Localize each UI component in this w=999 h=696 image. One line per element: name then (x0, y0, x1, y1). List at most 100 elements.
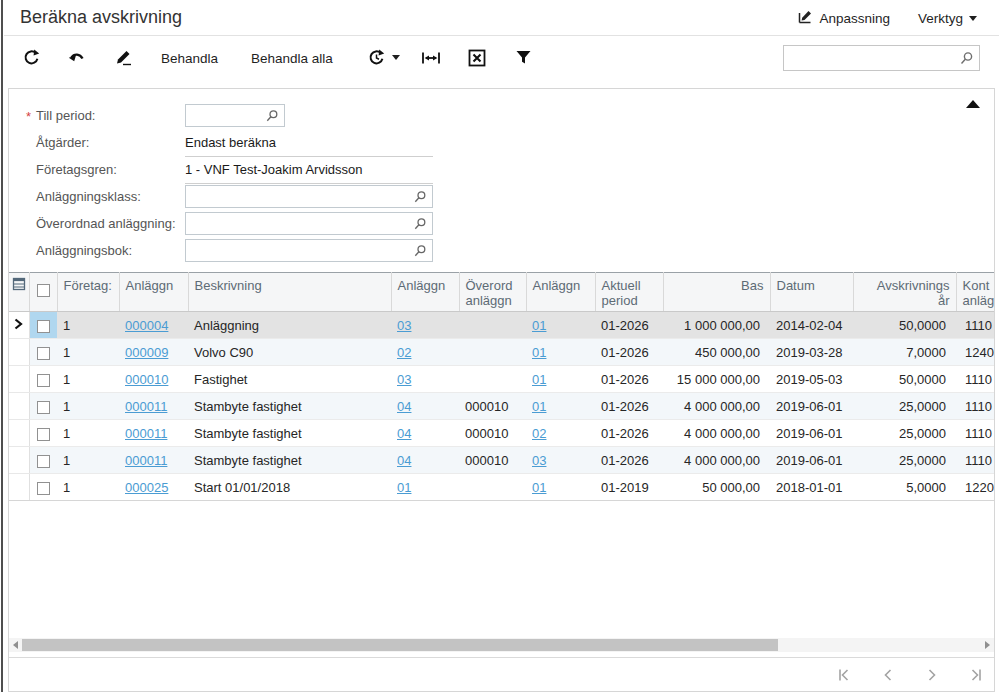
first-page-button[interactable] (836, 667, 852, 683)
cell-beskrivning: Volvo C90 (188, 339, 391, 366)
title-bar: Beräkna avskrivning Anpassning Verktyg (4, 0, 999, 36)
cell-period: 01-2026 (595, 366, 663, 393)
cell-konto: 1240 (956, 339, 995, 366)
grid: Företag:AnläggnBeskrivningAnläggnÖverord… (9, 272, 995, 501)
cell-link-klass[interactable]: 04 (397, 453, 411, 468)
cell-link-anlaggning[interactable]: 000025 (125, 480, 168, 495)
anpassning-button[interactable]: Anpassning (797, 9, 890, 28)
column-header-konto[interactable]: Kont anläg (956, 273, 995, 312)
row-indicator (9, 393, 29, 420)
cell-period: 01-2019 (595, 474, 663, 501)
cell-overordnad (459, 474, 526, 501)
anlaggningsklass-input[interactable] (190, 188, 410, 205)
prev-page-button[interactable] (880, 667, 896, 683)
scroll-left-arrow[interactable] (13, 641, 18, 649)
cell-foretag: 1 (57, 312, 119, 339)
cell-link-bok[interactable]: 01 (532, 480, 546, 495)
till-period-input[interactable] (190, 107, 262, 124)
horizontal-scrollbar[interactable] (9, 638, 994, 652)
cell-link-klass[interactable]: 03 (397, 318, 411, 333)
lookup-icon[interactable] (413, 190, 427, 208)
behandla-alla-button[interactable]: Behandla alla (251, 51, 333, 66)
verktyg-menu[interactable]: Verktyg (918, 11, 977, 26)
fit-width-button[interactable] (421, 49, 441, 67)
lookup-icon[interactable] (413, 244, 427, 262)
column-header-beskrivning[interactable]: Beskrivning (188, 273, 391, 312)
row-checkbox[interactable] (29, 447, 57, 474)
overordnad-anlaggning-input[interactable] (190, 215, 410, 232)
cell-avskrivningsar: 25,0000 (853, 393, 956, 420)
cell-datum: 2018-01-01 (770, 474, 853, 501)
cell-link-bok[interactable]: 01 (532, 372, 546, 387)
cell-link-klass[interactable]: 03 (397, 372, 411, 387)
cell-link-bok[interactable]: 01 (532, 399, 546, 414)
behandla-button[interactable]: Behandla (161, 51, 218, 66)
undo-button[interactable] (68, 49, 88, 67)
column-header-foretag[interactable]: Företag: (57, 273, 119, 312)
collapse-panel-icon[interactable] (966, 100, 980, 108)
scroll-right-arrow[interactable] (985, 641, 990, 649)
grid-settings-icon[interactable] (9, 273, 29, 312)
row-indicator (9, 339, 29, 366)
cell-link-bok[interactable]: 02 (532, 426, 546, 441)
refresh-button[interactable] (23, 49, 40, 66)
row-checkbox[interactable] (29, 420, 57, 447)
column-header-klass[interactable]: Anläggn (391, 273, 459, 312)
row-checkbox[interactable] (29, 393, 57, 420)
filter-button[interactable] (515, 49, 532, 66)
column-header-overordnad[interactable]: Överord anläggn (459, 273, 526, 312)
atgarder-value: Endast beräkna (185, 135, 433, 157)
scrollbar-thumb[interactable] (22, 639, 778, 651)
grid-row[interactable]: 1000009Volvo C90020101-2026450 000,00201… (9, 339, 995, 366)
cell-avskrivningsar: 7,0000 (853, 339, 956, 366)
row-indicator (9, 474, 29, 501)
cell-link-anlaggning[interactable]: 000011 (125, 453, 167, 468)
export-excel-button[interactable] (468, 49, 486, 67)
last-page-button[interactable] (968, 667, 984, 683)
anlaggningsbok-input[interactable] (190, 242, 410, 259)
lookup-icon[interactable] (413, 217, 427, 235)
search-input[interactable] (790, 48, 955, 68)
cell-link-klass[interactable]: 02 (397, 345, 411, 360)
cell-link-anlaggning[interactable]: 000009 (125, 345, 168, 360)
grid-row[interactable]: 1000004Anläggning030101-20261 000 000,00… (9, 312, 995, 339)
row-checkbox[interactable] (29, 312, 57, 339)
select-all-checkbox[interactable] (29, 273, 57, 312)
lookup-icon[interactable] (265, 109, 279, 127)
cell-link-bok[interactable]: 01 (532, 318, 546, 333)
edit-pencil-button[interactable] (114, 49, 134, 67)
row-indicator (9, 312, 29, 339)
column-header-period[interactable]: Aktuell period (595, 273, 663, 312)
search-icon[interactable] (959, 51, 974, 70)
row-checkbox[interactable] (29, 366, 57, 393)
toolbar-search-box (783, 45, 980, 71)
grid-row[interactable]: 1000011Stambyte fastighet040000100301-20… (9, 447, 995, 474)
column-header-bok[interactable]: Anläggn (526, 273, 595, 312)
schedule-refresh-button[interactable] (368, 49, 400, 66)
column-header-bas[interactable]: Bas (663, 273, 770, 312)
chevron-down-icon (969, 16, 977, 21)
cell-link-anlaggning[interactable]: 000010 (125, 372, 168, 387)
cell-overordnad: 000010 (459, 447, 526, 474)
cell-link-bok[interactable]: 03 (532, 453, 546, 468)
grid-row[interactable]: 1000011Stambyte fastighet040000100101-20… (9, 393, 995, 420)
toolbar: Behandla Behandla alla (4, 37, 999, 88)
next-page-button[interactable] (924, 667, 940, 683)
cell-link-bok[interactable]: 01 (532, 345, 546, 360)
cell-konto: 1110 (956, 420, 995, 447)
grid-row[interactable]: 1000010Fastighet030101-202615 000 000,00… (9, 366, 995, 393)
cell-link-anlaggning[interactable]: 000011 (125, 399, 167, 414)
cell-link-klass[interactable]: 04 (397, 399, 411, 414)
cell-link-anlaggning[interactable]: 000011 (125, 426, 167, 441)
column-header-anlaggning[interactable]: Anläggn (119, 273, 188, 312)
cell-link-klass[interactable]: 01 (397, 480, 411, 495)
column-header-avskrivningsar[interactable]: Avskrivnings år (853, 273, 956, 312)
grid-row[interactable]: 1000011Stambyte fastighet040000100201-20… (9, 420, 995, 447)
grid-row[interactable]: 1000025Start 01/01/2018010101-201950 000… (9, 474, 995, 501)
cell-link-klass[interactable]: 04 (397, 426, 411, 441)
row-checkbox[interactable] (29, 339, 57, 366)
column-header-datum[interactable]: Datum (770, 273, 853, 312)
row-checkbox[interactable] (29, 474, 57, 501)
cell-beskrivning: Anläggning (188, 312, 391, 339)
cell-link-anlaggning[interactable]: 000004 (125, 318, 168, 333)
